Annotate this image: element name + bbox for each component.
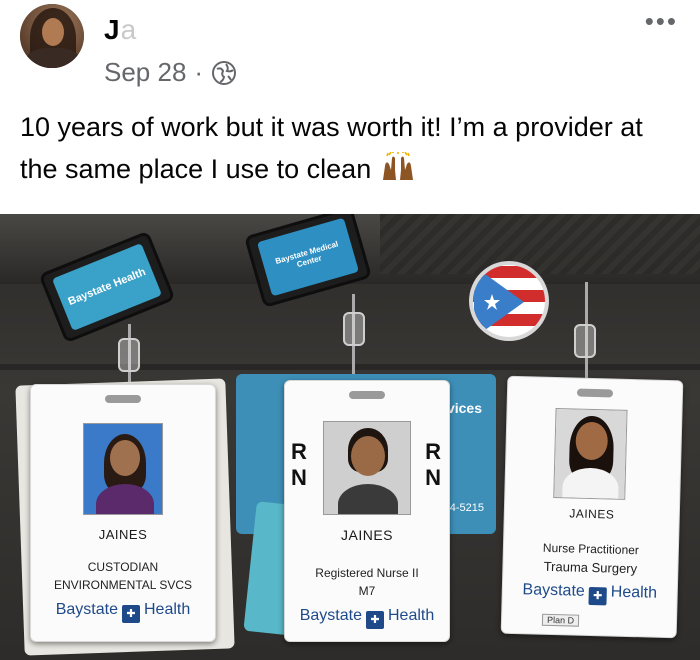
badge-clip-left [118, 338, 140, 372]
badge-role-line2: Trauma Surgery [543, 558, 638, 577]
baystate-logo-icon: ✚ [122, 605, 140, 623]
logo-text-left: Baystate [522, 581, 586, 600]
logo-text-right: Health [388, 607, 435, 624]
meta-separator: · [194, 57, 204, 87]
logo-text-left: Baystate [55, 601, 118, 618]
badge-nurse-practitioner: JAINES Nurse Practitioner Trauma Surgery… [500, 375, 684, 639]
post-meta: Sep 28 · [104, 57, 237, 88]
badge-footer: Plan D [541, 613, 580, 627]
rn-left-top: R [291, 439, 307, 464]
post-photo[interactable]: Baystate Health Baystate Medical Center … [0, 214, 700, 660]
rn-right-top: R [425, 439, 441, 464]
badge-name: JAINES [340, 527, 393, 543]
badge-role-line1: Registered Nurse II [315, 566, 419, 580]
badge-role-line1: CUSTODIAN [87, 560, 159, 574]
badge-logo: Baystate ✚ Health [285, 607, 449, 629]
author-name[interactable]: Ja [104, 14, 137, 46]
raising-hands-icon [382, 152, 413, 180]
caption-text: 10 years of work but it was worth it! I’… [20, 112, 643, 184]
badge-clip-right [574, 324, 596, 358]
baystate-logo-icon: ✚ [588, 586, 607, 606]
baystate-logo-icon: ✚ [366, 611, 384, 629]
more-options-button[interactable]: ••• [645, 6, 678, 37]
avatar[interactable] [20, 4, 84, 68]
badge-logo: Baystate ✚ Health [502, 581, 677, 608]
logo-text-right: Health [144, 601, 191, 618]
reel-center-label: Baystate Medical Center [257, 217, 359, 297]
badge-name: JAINES [569, 506, 615, 522]
badge-slot [349, 391, 385, 399]
id-photo [323, 421, 411, 515]
badge-slot [576, 388, 614, 398]
logo-text-right: Health [610, 583, 658, 602]
post-header: Ja Sep 28 · ••• [0, 0, 700, 100]
flag-pin-icon [469, 261, 549, 341]
author-name-faded: a [120, 14, 138, 45]
id-photo [553, 408, 628, 500]
badge-role-line2: ENVIRONMENTAL SVCS [53, 578, 193, 592]
globe-icon [212, 60, 237, 85]
badge-role-line2: M7 [358, 584, 376, 598]
back-card-text: vices [446, 400, 482, 416]
badge-name: JAINES [98, 527, 148, 542]
logo-text-left: Baystate [299, 607, 362, 624]
rn-left-bottom: N [291, 465, 307, 490]
badge-logo: Baystate ✚ Health [31, 601, 215, 623]
badge-slot [105, 395, 141, 403]
id-photo [83, 423, 163, 515]
post-caption: 10 years of work but it was worth it! I’… [20, 106, 680, 190]
author-name-visible[interactable]: J [104, 14, 121, 45]
badge-clip-center [343, 312, 365, 346]
seat-crease [0, 364, 700, 370]
badge-registered-nurse: R N R N JAINES Registered Nurse II M7 Ba… [284, 380, 450, 642]
rn-right-bottom: N [425, 465, 441, 490]
badge-custodian: JAINES CUSTODIAN ENVIRONMENTAL SVCS Bays… [30, 384, 216, 642]
post-date[interactable]: Sep 28 [104, 57, 186, 88]
